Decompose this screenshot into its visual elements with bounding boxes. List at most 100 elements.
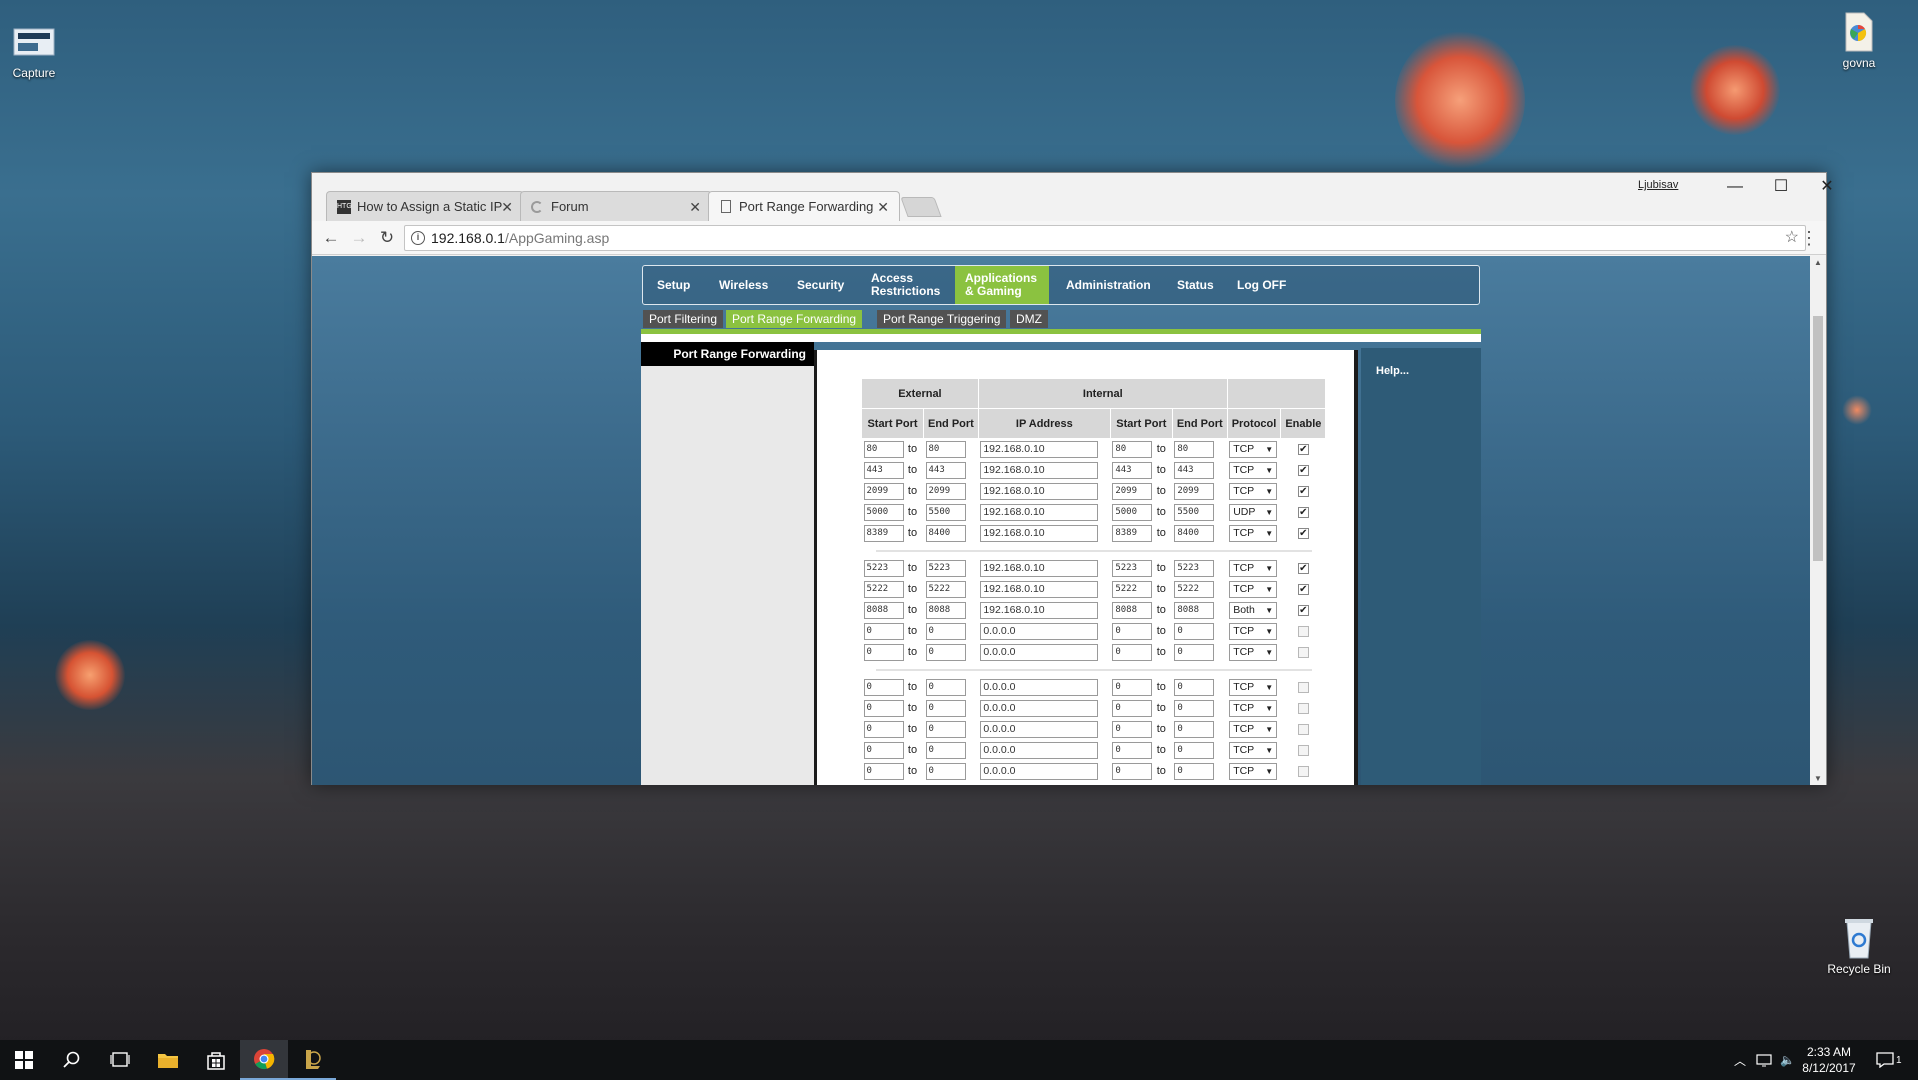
ext-start-port-input[interactable]: 443 xyxy=(863,461,904,479)
ip-address-input[interactable]: 192.168.0.10 xyxy=(980,461,1099,479)
close-icon[interactable]: ✕ xyxy=(877,192,889,221)
protocol-select[interactable]: TCP ▼ xyxy=(1229,720,1278,738)
int-end-port-input[interactable]: 5500 xyxy=(1174,503,1215,521)
menu-access-restrictions[interactable]: Access Restrictions xyxy=(871,266,943,304)
int-start-port-input[interactable]: 5000 xyxy=(1112,503,1153,521)
enable-checkbox[interactable]: ✔ xyxy=(1297,604,1309,616)
int-start-port-input[interactable]: 5222 xyxy=(1112,580,1153,598)
ext-end-port-input[interactable]: 0 xyxy=(925,643,966,661)
clock[interactable]: 2:33 AM 8/12/2017 xyxy=(1794,1044,1864,1076)
enable-checkbox[interactable]: ✔ xyxy=(1297,506,1309,518)
ext-start-port-input[interactable]: 0 xyxy=(863,643,904,661)
enable-checkbox[interactable]: ✔ xyxy=(1297,485,1309,497)
int-end-port-input[interactable]: 8088 xyxy=(1174,601,1215,619)
ip-address-input[interactable]: 0.0.0.0 xyxy=(980,678,1099,696)
ext-end-port-input[interactable]: 2099 xyxy=(925,482,966,500)
protocol-select[interactable]: TCP ▼ xyxy=(1229,762,1278,780)
menu-setup[interactable]: Setup xyxy=(657,266,690,304)
ext-start-port-input[interactable]: 0 xyxy=(863,720,904,738)
profile-name[interactable]: Ljubisav xyxy=(1638,179,1678,191)
int-start-port-input[interactable]: 2099 xyxy=(1112,482,1153,500)
int-end-port-input[interactable]: 0 xyxy=(1174,643,1215,661)
ip-address-input[interactable]: 0.0.0.0 xyxy=(980,699,1099,717)
tab-forum[interactable]: Forum ✕ xyxy=(520,191,712,221)
enable-checkbox[interactable] xyxy=(1297,702,1309,714)
ext-start-port-input[interactable]: 8389 xyxy=(863,524,904,542)
int-start-port-input[interactable]: 8389 xyxy=(1112,524,1153,542)
ip-address-input[interactable]: 0.0.0.0 xyxy=(980,762,1099,780)
int-end-port-input[interactable]: 443 xyxy=(1174,461,1215,479)
maximize-button[interactable]: ☐ xyxy=(1758,173,1804,203)
protocol-select[interactable]: TCP ▼ xyxy=(1229,524,1278,542)
protocol-select[interactable]: TCP ▼ xyxy=(1229,580,1278,598)
ext-end-port-input[interactable]: 5500 xyxy=(925,503,966,521)
ext-end-port-input[interactable]: 0 xyxy=(925,762,966,780)
ext-end-port-input[interactable]: 443 xyxy=(925,461,966,479)
ext-end-port-input[interactable]: 5223 xyxy=(925,559,966,577)
forward-button[interactable]: → xyxy=(346,225,372,251)
int-end-port-input[interactable]: 0 xyxy=(1174,699,1215,717)
ext-start-port-input[interactable]: 0 xyxy=(863,741,904,759)
bookmark-star-icon[interactable]: ☆ xyxy=(1785,226,1799,250)
int-end-port-input[interactable]: 5223 xyxy=(1174,559,1215,577)
int-start-port-input[interactable]: 0 xyxy=(1112,678,1153,696)
league-client-button[interactable] xyxy=(288,1040,336,1080)
int-end-port-input[interactable]: 0 xyxy=(1174,762,1215,780)
menu-wireless[interactable]: Wireless xyxy=(719,266,768,304)
enable-checkbox[interactable]: ✔ xyxy=(1297,527,1309,539)
int-end-port-input[interactable]: 2099 xyxy=(1174,482,1215,500)
enable-checkbox[interactable]: ✔ xyxy=(1297,443,1309,455)
close-icon[interactable]: ✕ xyxy=(501,192,513,221)
ip-address-input[interactable]: 192.168.0.10 xyxy=(980,524,1099,542)
int-end-port-input[interactable]: 5222 xyxy=(1174,580,1215,598)
desktop-icon-capture[interactable]: Capture xyxy=(0,22,76,80)
protocol-select[interactable]: TCP ▼ xyxy=(1229,440,1278,458)
ip-address-input[interactable]: 192.168.0.10 xyxy=(980,559,1099,577)
ext-start-port-input[interactable]: 8088 xyxy=(863,601,904,619)
enable-checkbox[interactable]: ✔ xyxy=(1297,583,1309,595)
ip-address-input[interactable]: 0.0.0.0 xyxy=(980,741,1099,759)
protocol-select[interactable]: TCP ▼ xyxy=(1229,678,1278,696)
ext-start-port-input[interactable]: 5222 xyxy=(863,580,904,598)
int-end-port-input[interactable]: 0 xyxy=(1174,741,1215,759)
ext-end-port-input[interactable]: 0 xyxy=(925,678,966,696)
ip-address-input[interactable]: 0.0.0.0 xyxy=(980,643,1099,661)
protocol-select[interactable]: TCP ▼ xyxy=(1229,622,1278,640)
address-bar[interactable]: i 192.168.0.1/AppGaming.asp ☆ xyxy=(404,225,1806,251)
ip-address-input[interactable]: 192.168.0.10 xyxy=(980,601,1099,619)
enable-checkbox[interactable] xyxy=(1297,625,1309,637)
int-start-port-input[interactable]: 80 xyxy=(1112,440,1153,458)
subtab-port-range-forwarding[interactable]: Port Range Forwarding xyxy=(726,310,863,328)
volume-icon[interactable]: 🔈 xyxy=(1780,1040,1795,1080)
scroll-down-icon[interactable]: ▼ xyxy=(1810,774,1826,783)
info-icon[interactable]: i xyxy=(411,231,425,245)
tab-htg-static-ip[interactable]: HTG How to Assign a Static IP ✕ xyxy=(326,191,524,221)
int-end-port-input[interactable]: 0 xyxy=(1174,678,1215,696)
menu-security[interactable]: Security xyxy=(797,266,844,304)
int-start-port-input[interactable]: 443 xyxy=(1112,461,1153,479)
ext-end-port-input[interactable]: 80 xyxy=(925,440,966,458)
ip-address-input[interactable]: 0.0.0.0 xyxy=(980,720,1099,738)
subtab-port-range-triggering[interactable]: Port Range Triggering xyxy=(877,310,1007,328)
subtab-port-filtering[interactable]: Port Filtering xyxy=(643,310,724,328)
ext-start-port-input[interactable]: 5223 xyxy=(863,559,904,577)
ext-start-port-input[interactable]: 0 xyxy=(863,699,904,717)
ext-end-port-input[interactable]: 8400 xyxy=(925,524,966,542)
enable-checkbox[interactable] xyxy=(1297,765,1309,777)
vertical-scrollbar[interactable]: ▲ ▼ xyxy=(1810,256,1826,785)
ip-address-input[interactable]: 192.168.0.10 xyxy=(980,503,1099,521)
ext-start-port-input[interactable]: 0 xyxy=(863,622,904,640)
search-button[interactable] xyxy=(48,1040,96,1080)
protocol-select[interactable]: TCP ▼ xyxy=(1229,559,1278,577)
store-button[interactable] xyxy=(192,1040,240,1080)
tab-port-range-forwarding[interactable]: Port Range Forwarding ✕ xyxy=(708,191,900,221)
new-tab-button[interactable] xyxy=(900,197,942,217)
menu-administration[interactable]: Administration xyxy=(1066,266,1151,304)
ip-address-input[interactable]: 0.0.0.0 xyxy=(980,622,1099,640)
ext-end-port-input[interactable]: 8088 xyxy=(925,601,966,619)
help-link[interactable]: Help... xyxy=(1376,365,1409,377)
protocol-select[interactable]: TCP ▼ xyxy=(1229,643,1278,661)
ext-start-port-input[interactable]: 0 xyxy=(863,678,904,696)
ext-end-port-input[interactable]: 5222 xyxy=(925,580,966,598)
start-button[interactable] xyxy=(0,1040,48,1080)
